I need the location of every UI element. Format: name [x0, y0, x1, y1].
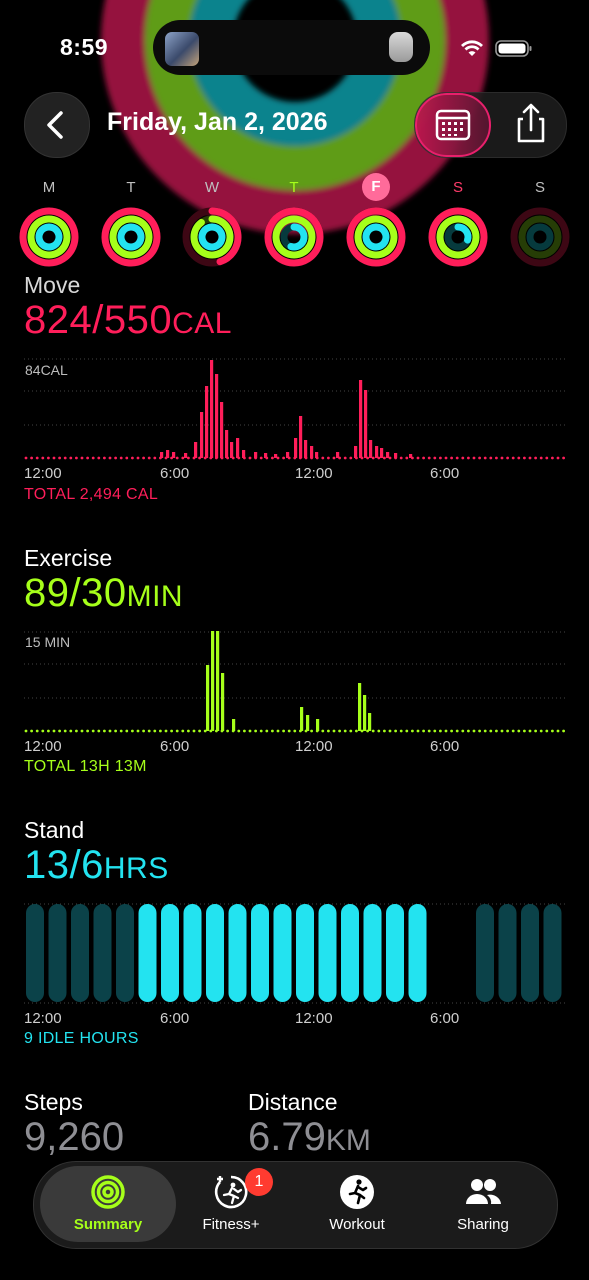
fitness-plus-icon — [214, 1175, 248, 1209]
status-time: 8:59 — [60, 34, 109, 60]
steps-title: Steps — [24, 1089, 83, 1115]
stand-axis-3: 6:00 — [430, 1010, 460, 1027]
notification-badge: 1 — [245, 1168, 273, 1196]
tab-fitness-plus-label: Fitness+ — [202, 1216, 260, 1233]
move-total: TOTAL 2,494 CAL — [24, 486, 159, 503]
day-label-fri: F — [362, 173, 390, 201]
back-button[interactable] — [24, 92, 90, 158]
speaker-icon — [389, 32, 413, 62]
steps-value: 9,260 — [24, 1115, 125, 1159]
day-rings-sun[interactable] — [509, 206, 571, 268]
exercise-axis-3: 6:00 — [430, 738, 460, 755]
share-button[interactable] — [495, 93, 566, 157]
wifi-icon — [461, 40, 483, 56]
stand-axis-1: 6:00 — [160, 1010, 190, 1027]
activity-rings-icon — [91, 1175, 125, 1209]
exercise-axis-2: 12:00 — [295, 738, 333, 755]
day-rings-fri[interactable] — [345, 206, 407, 268]
move-title: Move — [24, 272, 81, 298]
stand-value: 13/6HRS — [24, 843, 169, 887]
now-playing-artwork-icon — [165, 32, 199, 66]
exercise-hourly-chart — [24, 631, 565, 733]
tab-sharing-label: Sharing — [457, 1216, 509, 1233]
exercise-axis-0: 12:00 — [24, 738, 62, 755]
move-hourly-chart — [24, 358, 565, 460]
day-label-mon: M — [42, 179, 56, 196]
day-label-sun: S — [534, 179, 545, 196]
day-rings-thu[interactable] — [263, 206, 325, 268]
exercise-total: TOTAL 13H 13M — [24, 758, 147, 775]
stand-title: Stand — [24, 817, 85, 843]
stand-axis-2: 12:00 — [295, 1010, 333, 1027]
exercise-title: Exercise — [24, 545, 113, 571]
tab-workout-label: Workout — [329, 1216, 385, 1233]
day-rings-mon[interactable] — [18, 206, 80, 268]
calendar-button[interactable] — [415, 93, 491, 157]
header-actions — [414, 92, 567, 158]
distance-value: 6.79KM — [248, 1115, 371, 1159]
day-label-wed: W — [204, 179, 220, 196]
running-figure-icon — [340, 1175, 374, 1209]
move-axis-0: 12:00 — [24, 465, 62, 482]
share-icon — [517, 103, 545, 143]
page-title: Friday, Jan 2, 2026 — [107, 108, 328, 136]
status-icons — [460, 36, 535, 65]
day-label-sat: S — [452, 179, 463, 196]
day-rings-wed[interactable] — [181, 206, 243, 268]
day-rings-sat[interactable] — [427, 206, 489, 268]
move-value: 824/550CAL — [24, 298, 232, 342]
stand-axis-0: 12:00 — [24, 1010, 62, 1027]
stand-idle-hours: 9 IDLE HOURS — [24, 1030, 139, 1047]
tab-summary-label: Summary — [73, 1216, 143, 1233]
chevron-left-icon — [47, 111, 63, 139]
day-label-tue: T — [126, 179, 136, 196]
distance-title: Distance — [248, 1089, 338, 1115]
move-axis-3: 6:00 — [430, 465, 460, 482]
exercise-value: 89/30MIN — [24, 571, 184, 615]
exercise-axis-1: 6:00 — [160, 738, 190, 755]
day-rings-tue[interactable] — [100, 206, 162, 268]
day-label-thu: T — [289, 179, 299, 196]
move-axis-1: 6:00 — [160, 465, 190, 482]
calendar-icon — [435, 109, 471, 141]
people-icon — [466, 1179, 501, 1204]
battery-icon — [495, 40, 532, 57]
stand-hourly-chart — [24, 903, 565, 1004]
move-axis-2: 12:00 — [295, 465, 333, 482]
